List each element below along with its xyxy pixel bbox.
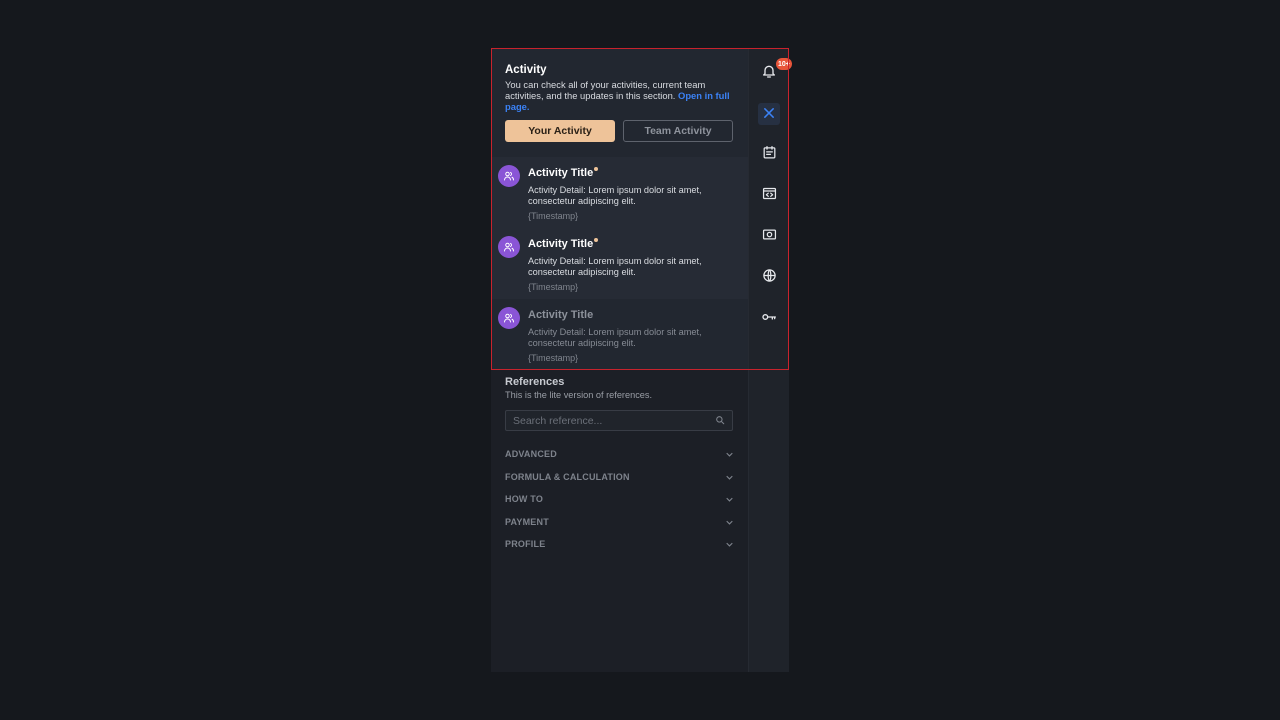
activity-item-timestamp: {Timestamp} xyxy=(528,211,579,221)
bell-icon xyxy=(761,63,777,84)
activity-item-detail: Activity Detail: Lorem ipsum dolor sit a… xyxy=(528,327,702,348)
code-button[interactable] xyxy=(759,186,779,206)
activity-item-title: Activity Title xyxy=(528,166,599,180)
icon-rail: 10+ xyxy=(748,48,792,672)
activity-description-text: You can check all of your activities, cu… xyxy=(505,79,706,101)
activity-item-title-text: Activity Title xyxy=(528,167,594,179)
activity-section: Activity You can check all of your activ… xyxy=(491,48,748,370)
tab-team-activity[interactable]: Team Activity xyxy=(623,120,733,142)
code-window-icon xyxy=(762,186,777,206)
reference-search-input[interactable] xyxy=(513,414,715,427)
activity-item-detail: Activity Detail: Lorem ipsum dolor sit a… xyxy=(528,256,702,277)
category-label: FORMULA & CALCULATION xyxy=(505,471,630,482)
unread-dot xyxy=(594,167,599,171)
team-icon xyxy=(498,307,520,329)
notification-badge: 10+ xyxy=(776,58,792,70)
panel-main: Activity You can check all of your activ… xyxy=(491,48,748,672)
activity-item-timestamp: {Timestamp} xyxy=(528,282,579,292)
activity-item[interactable]: Activity Title Activity Detail: Lorem ip… xyxy=(491,299,748,370)
chevron-down-icon xyxy=(726,449,733,459)
activity-item-detail: Activity Detail: Lorem ipsum dolor sit a… xyxy=(528,185,702,206)
category-label: PROFILE xyxy=(505,539,546,550)
category-label: HOW TO xyxy=(505,494,544,505)
activity-list: Activity Title Activity Detail: Lorem ip… xyxy=(491,157,748,370)
references-title: References xyxy=(505,376,565,388)
chevron-down-icon xyxy=(726,472,733,482)
chevron-down-icon xyxy=(726,539,733,549)
category-formula-calculation[interactable]: FORMULA & CALCULATION xyxy=(505,466,735,489)
reference-categories: ADVANCED FORMULA & CALCULATION HOW TO PA… xyxy=(505,443,735,556)
globe-button[interactable] xyxy=(759,268,779,288)
calendar-note-icon xyxy=(762,145,777,165)
references-description: This is the lite version of references. xyxy=(505,390,653,400)
activity-tabs: Your Activity Team Activity xyxy=(505,120,734,142)
reference-search xyxy=(505,410,733,431)
category-advanced[interactable]: ADVANCED xyxy=(505,443,735,466)
activity-title: Activity xyxy=(505,64,547,76)
activity-description: You can check all of your activities, cu… xyxy=(505,79,734,112)
activity-item-timestamp: {Timestamp} xyxy=(528,353,579,363)
activity-item-title: Activity Title xyxy=(528,237,599,251)
globe-icon xyxy=(762,268,777,288)
notes-button[interactable] xyxy=(759,145,779,165)
tab-your-activity[interactable]: Your Activity xyxy=(505,120,615,142)
camera-button[interactable] xyxy=(759,227,779,247)
chevron-down-icon xyxy=(726,494,733,504)
activity-item[interactable]: Activity Title Activity Detail: Lorem ip… xyxy=(491,157,748,228)
references-section: References This is the lite version of r… xyxy=(505,375,735,556)
category-label: PAYMENT xyxy=(505,516,549,527)
search-icon[interactable] xyxy=(715,412,725,430)
side-panel: Activity You can check all of your activ… xyxy=(491,48,792,672)
team-icon xyxy=(498,236,520,258)
category-label: ADVANCED xyxy=(505,449,557,460)
activity-item-title-text: Activity Title xyxy=(528,238,594,250)
category-profile[interactable]: PROFILE xyxy=(505,533,735,556)
category-payment[interactable]: PAYMENT xyxy=(505,511,735,534)
notifications-button[interactable]: 10+ xyxy=(759,58,792,84)
unread-dot xyxy=(594,238,599,242)
key-icon xyxy=(761,309,777,330)
activity-item[interactable]: Activity Title Activity Detail: Lorem ip… xyxy=(491,228,748,299)
key-button[interactable] xyxy=(759,309,779,329)
camera-icon xyxy=(762,227,777,247)
team-icon xyxy=(498,165,520,187)
close-button[interactable] xyxy=(758,103,780,125)
chevron-down-icon xyxy=(726,517,733,527)
close-icon xyxy=(764,105,774,123)
activity-item-title: Activity Title xyxy=(528,309,594,321)
category-how-to[interactable]: HOW TO xyxy=(505,488,735,511)
